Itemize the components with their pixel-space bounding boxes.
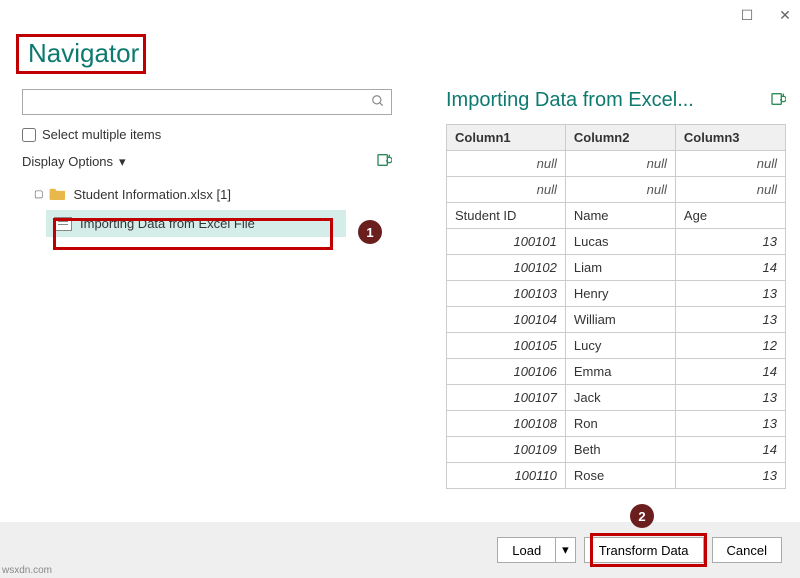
display-options-label: Display Options [22,154,113,169]
annotation-badge-2: 2 [630,504,654,528]
search-input[interactable] [29,95,371,110]
table-row: 100110Rose13 [447,463,786,489]
table-row: 100101Lucas13 [447,229,786,255]
maximize-icon[interactable]: ☐ [740,8,754,22]
table-row: 100109Beth14 [447,437,786,463]
table-row: Student ID Name Age [447,203,786,229]
select-multiple-input[interactable] [22,128,36,142]
display-options-button[interactable]: Display Options ▾ [22,154,126,170]
search-input-container[interactable] [22,89,392,115]
select-multiple-label: Select multiple items [42,127,161,142]
load-button[interactable]: Load [497,537,555,563]
table-row: 100104William13 [447,307,786,333]
highlight-navigator [16,34,146,74]
refresh-icon[interactable] [376,152,392,171]
load-dropdown-button[interactable]: ▾ [555,537,576,563]
table-row: 100102Liam14 [447,255,786,281]
table-row: 100107Jack13 [447,385,786,411]
folder-label: Student Information.xlsx [1] [73,187,231,202]
table-row: null null null [447,177,786,203]
table-row: 100105Lucy12 [447,333,786,359]
table-row: 100108Ron13 [447,411,786,437]
cancel-button[interactable]: Cancel [712,537,782,563]
close-icon[interactable]: ✕ [778,8,792,22]
table-row: 100103Henry13 [447,281,786,307]
preview-table: Column1 Column2 Column3 null null null n… [446,124,786,489]
table-row: null null null [447,151,786,177]
table-row: 100106Emma14 [447,359,786,385]
col-header: Column2 [565,125,675,151]
preview-title: Importing Data from Excel... [446,89,694,112]
watermark: wsxdn.com [2,565,52,576]
table-header-row: Column1 Column2 Column3 [447,125,786,151]
search-icon[interactable] [371,94,385,111]
refresh-preview-icon[interactable] [770,91,786,110]
chevron-down-icon: ▾ [119,154,126,170]
highlight-sheet-item [53,218,333,250]
chevron-down-icon: ▢ [34,189,43,200]
tree-folder[interactable]: ▢ Student Information.xlsx [1] [34,181,418,208]
load-button-group[interactable]: Load ▾ [497,537,575,563]
folder-icon [49,186,67,203]
annotation-badge-1: 1 [358,220,382,244]
col-header: Column1 [447,125,566,151]
select-multiple-checkbox[interactable]: Select multiple items [22,127,418,142]
col-header: Column3 [675,125,785,151]
highlight-transform-button [590,533,707,567]
